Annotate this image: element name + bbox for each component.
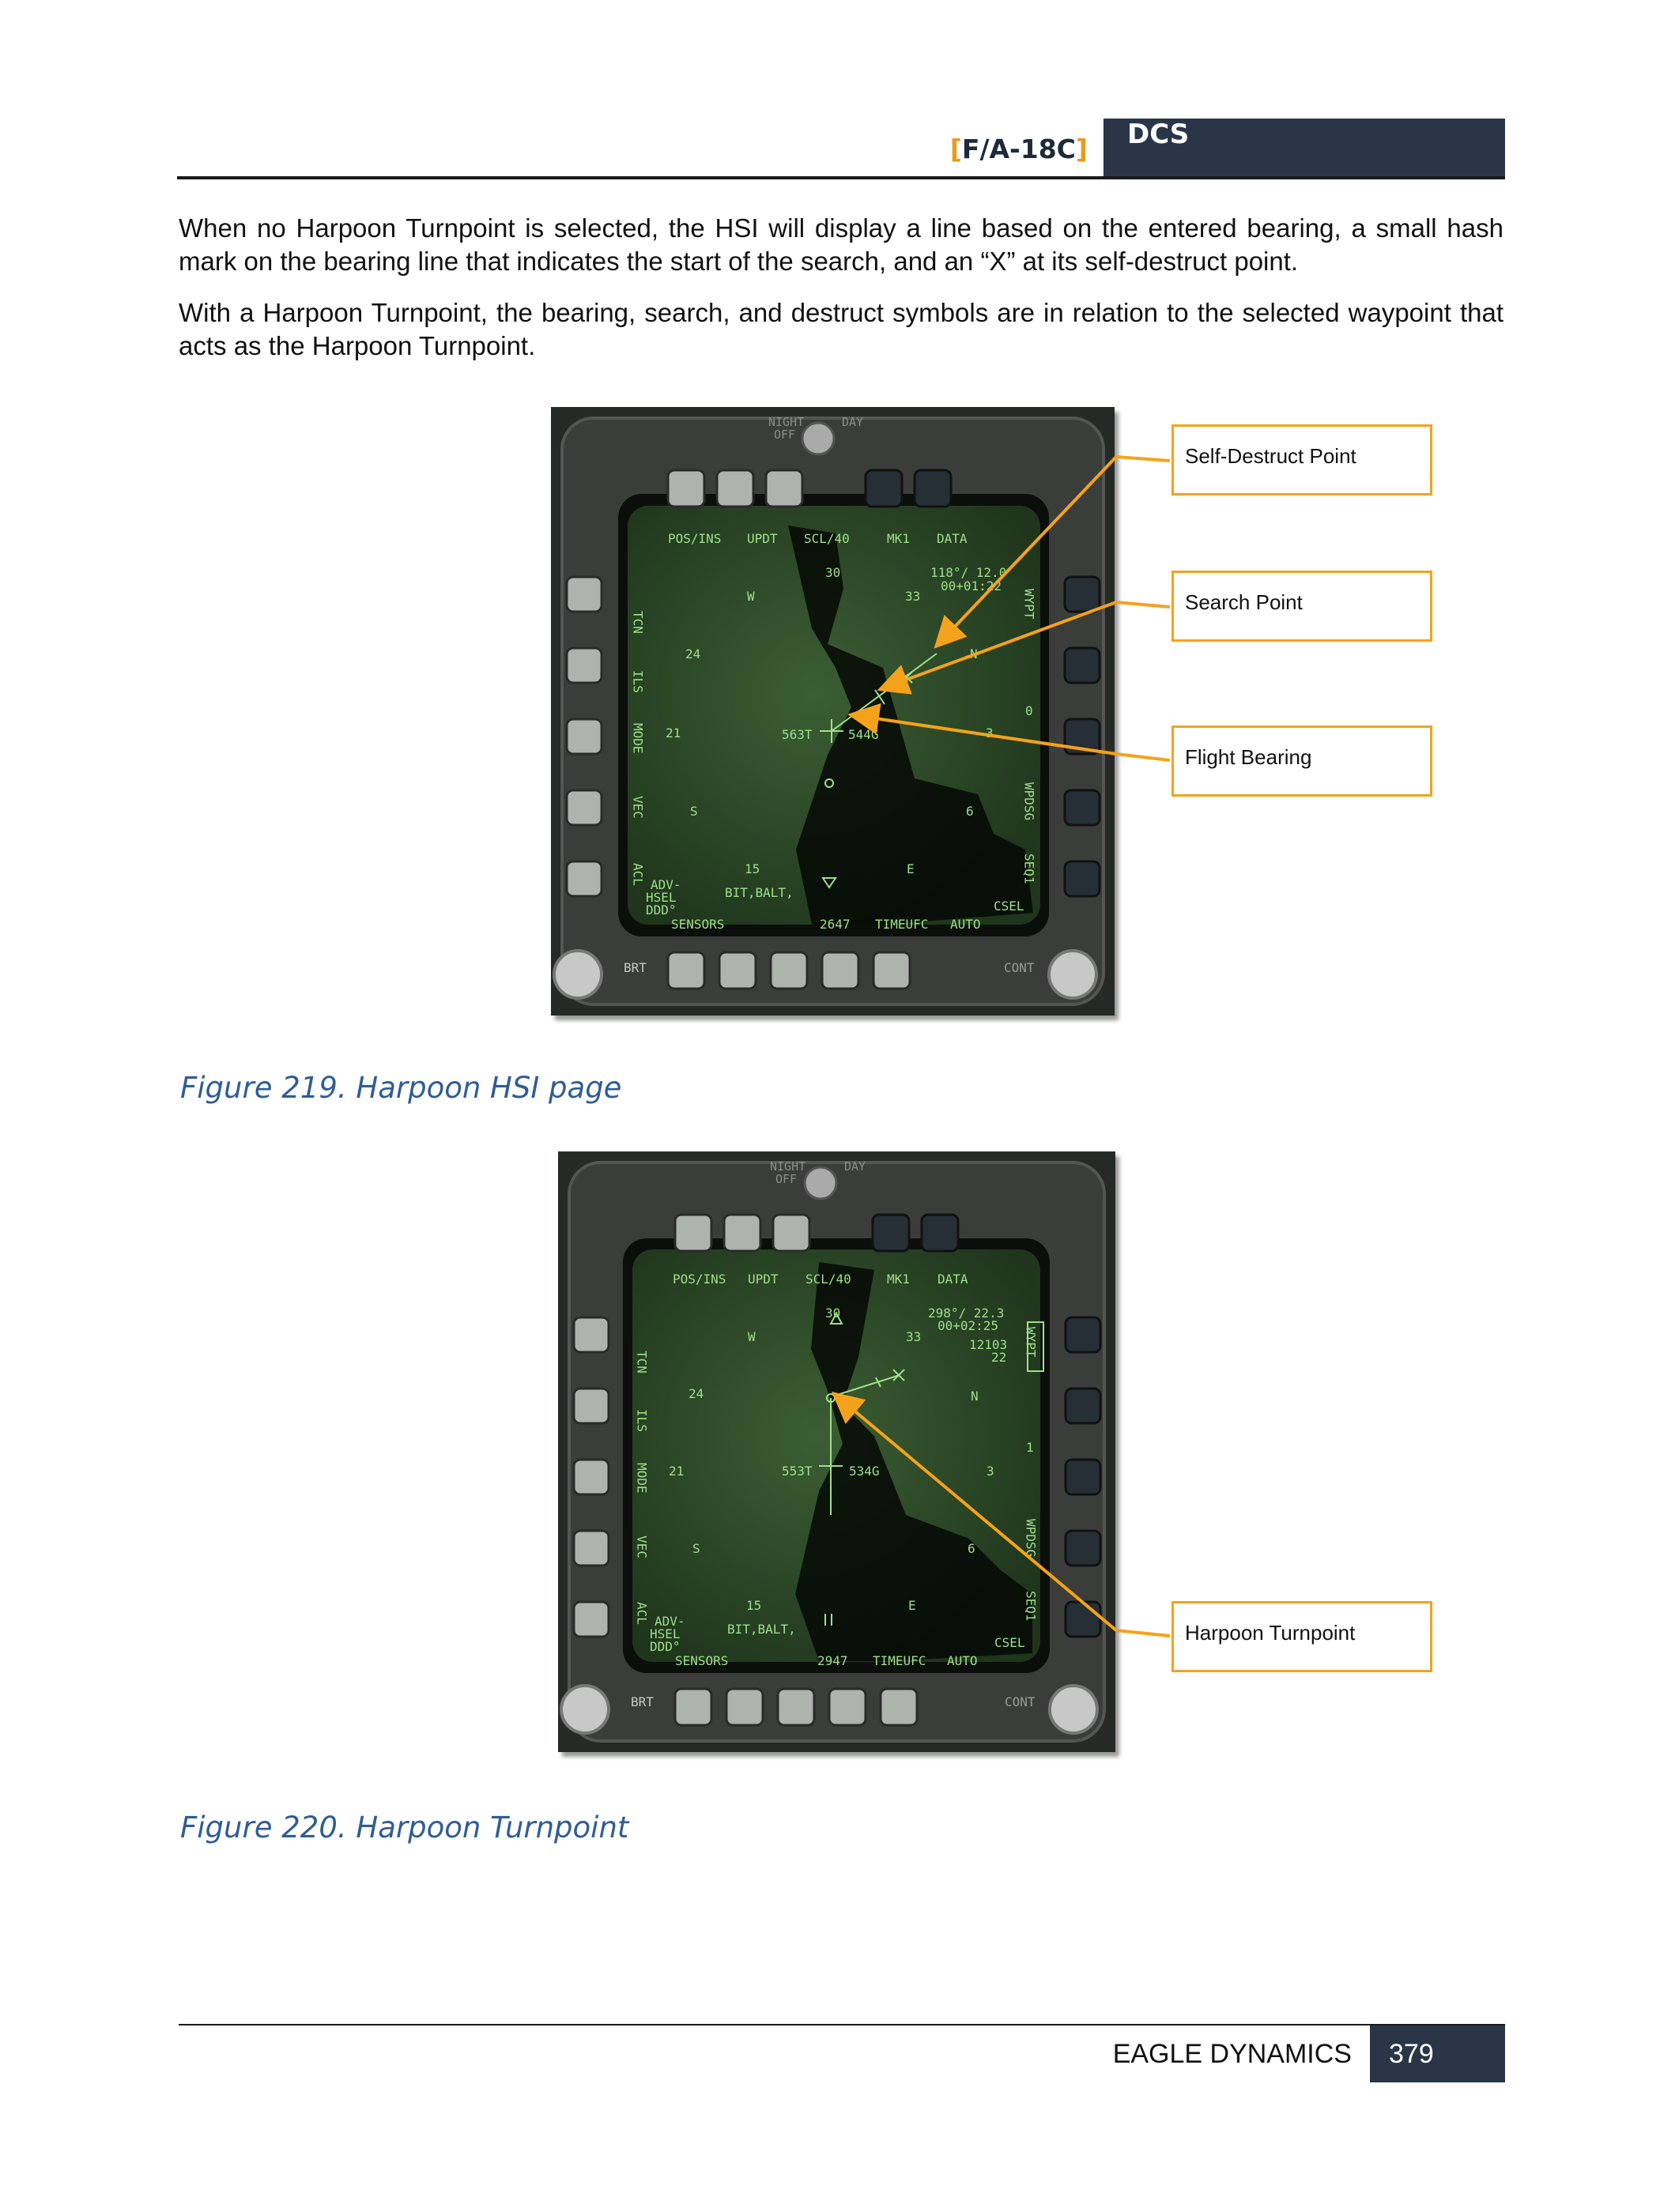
leader-self-destruct-b [934,455,1118,649]
leader-search-b [877,601,1117,695]
leader-turnpoint-a [1115,1629,1171,1637]
page-number-box: 379 [1370,2025,1505,2082]
footer-company: EAGLE DYNAMICS [1112,2039,1352,2069]
leader-search-a [1115,601,1171,609]
leader-bearing-a [1115,752,1171,762]
page-number: 379 [1389,2039,1434,2069]
leader-turnpoint-b [831,1391,1118,1632]
leader-self-destruct-a [1115,455,1171,462]
callout-leader-lines [831,455,1171,1637]
leader-bearing-b [847,703,1117,756]
